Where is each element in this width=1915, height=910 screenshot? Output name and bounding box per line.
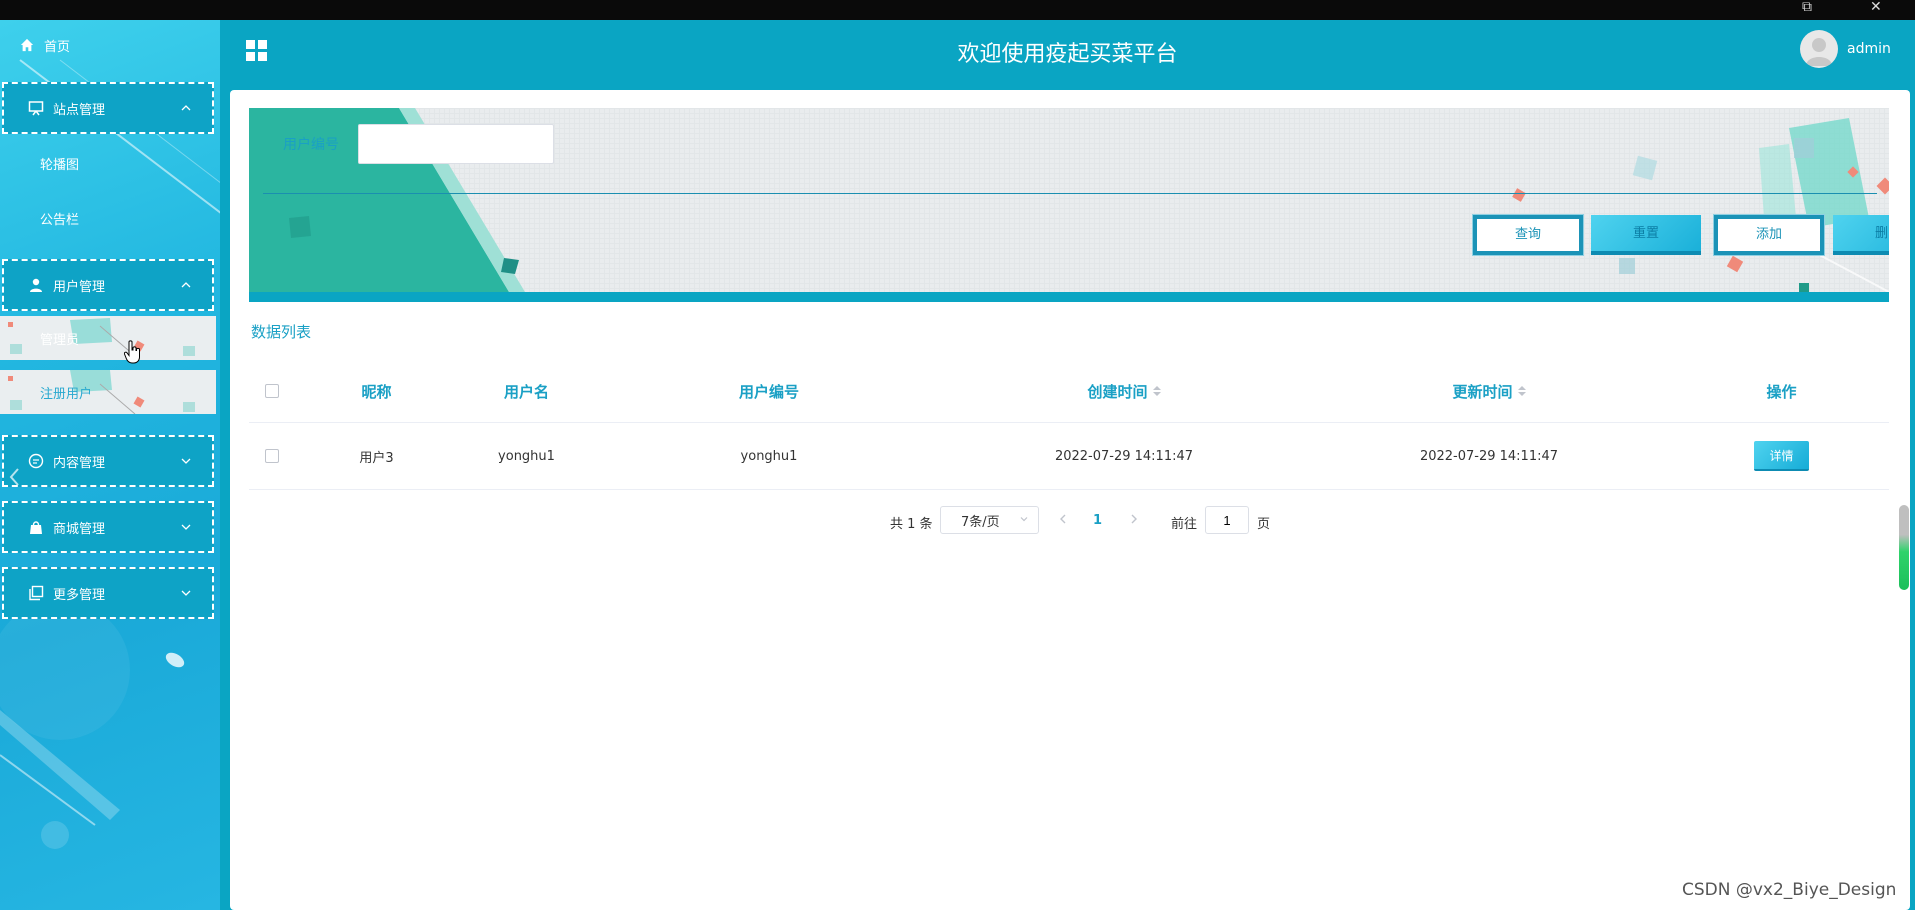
chevron-down-icon [181,590,191,596]
sidebar-group-site[interactable]: 站点管理 [2,82,214,134]
page-size-value: 7条/页 [961,514,1000,530]
cell-nickname: 用户3 [359,450,394,466]
sidebar-group-label: 内容管理 [53,455,106,471]
page-title: 欢迎使用疫起买菜平台 [957,42,1178,67]
data-list-title: 数据列表 [251,323,312,341]
cell-user-number: yonghu1 [740,448,798,464]
bag-icon [30,521,42,534]
chevron-down-icon [1020,517,1028,522]
detail-button[interactable]: 详情 [1754,441,1809,471]
content-panel: 用户编号 查询 重置 添加 删除 数据列表 昵称 用户名 用户编号 创建时间 更… [230,90,1910,910]
next-page-icon[interactable] [1128,512,1140,526]
restore-window-icon[interactable]: ⧉ [1802,0,1812,14]
row-select-cell [249,423,294,489]
sidebar-item-home[interactable]: 首页 [0,30,220,60]
watermark-text: CSDN @vx2_Biye_Design [1682,880,1897,900]
scrollbar-indicator[interactable] [1899,505,1909,590]
current-page-number[interactable]: 1 [1093,513,1102,528]
chevron-down-icon [181,524,191,530]
sidebar-home-label: 首页 [44,39,71,55]
sidebar-item-notice[interactable]: 公告栏 [0,196,216,240]
user-avatar-icon [1806,38,1832,66]
column-header-user-number: 用户编号 [738,382,799,401]
user-number-search-input[interactable] [358,124,554,164]
column-header-updated-time[interactable]: 更新时间 [1304,360,1674,422]
sidebar-item-label: 管理员 [40,332,80,348]
column-header-created-time[interactable]: 创建时间 [944,360,1304,422]
page-size-select[interactable]: 7条/页 [940,506,1039,534]
sidebar-group-users[interactable]: 用户管理 [2,259,214,311]
sidebar-group-shop[interactable]: 商城管理 [2,501,214,553]
sidebar-item-label: 轮播图 [40,157,80,173]
sort-icon[interactable] [1517,386,1526,396]
page-suffix-label: 页 [1257,517,1271,532]
add-button[interactable]: 添加 [1714,215,1824,255]
username-label[interactable]: admin [1847,41,1891,57]
sidebar-group-more[interactable]: 更多管理 [2,567,214,619]
column-header-username: 用户名 [503,382,549,401]
chat-icon [28,453,44,469]
window-titlebar: ⧉ ✕ [0,0,1915,20]
sidebar-item-admin[interactable]: 管理员 [0,316,216,360]
query-button[interactable]: 查询 [1473,215,1583,255]
select-all-cell [249,360,294,422]
column-header-nickname: 昵称 [361,382,392,401]
column-header-actions: 操作 [1766,382,1797,401]
cell-username: yonghu1 [498,448,555,464]
row-checkbox[interactable] [264,449,279,463]
sidebar-item-carousel[interactable]: 轮播图 [0,141,216,185]
cell-actions: 详情 [1674,423,1889,489]
reset-button[interactable]: 重置 [1591,215,1701,255]
top-header: 欢迎使用疫起买菜平台 admin [220,20,1915,80]
monitor-icon [28,101,44,116]
user-icon [30,278,42,292]
sort-icon[interactable] [1152,386,1161,396]
table-row: 用户3 yonghu1 yonghu1 2022-07-29 14:11:47 … [249,423,1889,490]
chevron-down-icon [181,458,191,464]
copy-icon [29,585,44,601]
chevron-up-icon [181,105,191,111]
sidebar-group-label: 更多管理 [53,587,106,603]
main-area: 用户编号 查询 重置 添加 删除 数据列表 昵称 用户名 用户编号 创建时间 更… [220,80,1915,910]
goto-page-input[interactable] [1205,506,1249,534]
sidebar-item-label: 公告栏 [40,212,80,228]
cell-updated-time: 2022-07-29 14:11:47 [1419,448,1559,464]
menu-pattern-decoration [8,318,195,357]
pagination-total: 共 1 条 [890,517,933,532]
cell-created-time: 2022-07-29 14:11:47 [1054,448,1194,464]
data-table: 昵称 用户名 用户编号 创建时间 更新时间 操作 用户3 yonghu1 yon… [249,360,1889,490]
sidebar-group-label: 站点管理 [53,102,106,118]
avatar[interactable] [1800,30,1838,68]
search-label: 用户编号 [283,137,339,153]
menu-pattern-decoration [8,370,195,414]
delete-button[interactable]: 删除 [1833,215,1889,255]
close-window-icon[interactable]: ✕ [1870,0,1882,14]
sidebar-group-label: 商城管理 [53,521,106,537]
column-header-label: 更新时间 [1452,382,1513,401]
hand-cursor-icon [124,340,140,364]
sidebar-item-registered-users[interactable]: 注册用户 [0,370,216,414]
home-icon [20,38,34,52]
sidebar-group-label: 用户管理 [53,279,106,295]
collapse-arrow-icon[interactable] [8,467,20,487]
chevron-up-icon [181,282,191,288]
search-banner: 用户编号 查询 重置 添加 删除 [249,108,1889,302]
sidebar: 首页 站点管理 轮播图 公告栏 用户管理 管理员 注册用户 内容管理 商城管理 … [0,20,220,910]
sidebar-group-content[interactable]: 内容管理 [2,435,214,487]
select-all-checkbox[interactable] [264,384,279,398]
sidebar-item-label: 注册用户 [40,386,93,402]
prev-page-icon[interactable] [1057,512,1069,526]
divider [263,193,1877,194]
goto-label: 前往 [1171,517,1198,532]
pagination: 共 1 条 7条/页 1 前往 页 [230,506,1910,536]
column-header-label: 创建时间 [1087,382,1148,401]
table-header: 昵称 用户名 用户编号 创建时间 更新时间 操作 [249,360,1889,423]
